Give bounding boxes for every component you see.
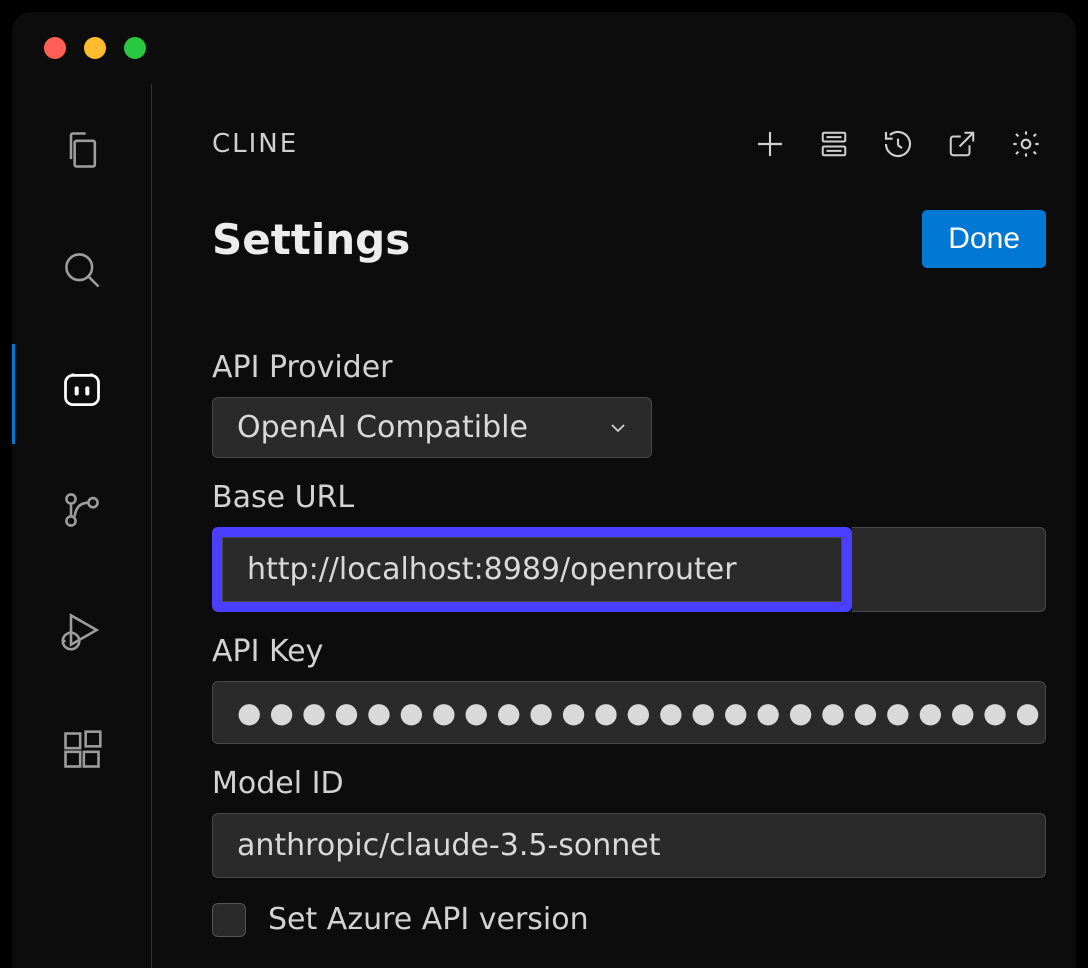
base-url-label: Base URL [212,480,1046,515]
run-debug-icon[interactable] [60,608,104,652]
settings-title: Settings [212,215,922,264]
api-provider-select[interactable]: OpenAI Compatible [212,397,652,458]
panel-header: CLINE [212,124,1046,164]
server-icon[interactable] [814,124,854,164]
panel-title: CLINE [212,129,726,159]
search-icon[interactable] [60,248,104,292]
settings-gear-icon[interactable] [1006,124,1046,164]
api-provider-label: API Provider [212,350,1046,385]
titlebar [12,12,1076,84]
minimize-window-button[interactable] [84,37,106,59]
source-control-icon[interactable] [60,488,104,532]
new-task-button[interactable] [750,124,790,164]
api-key-label: API Key [212,634,1046,669]
maximize-window-button[interactable] [124,37,146,59]
settings-form: API Provider OpenAI Compatible Base URL … [212,328,1046,937]
settings-header: Settings Done [212,210,1046,268]
base-url-highlight [212,527,852,612]
model-id-input[interactable] [212,813,1046,878]
open-external-icon[interactable] [942,124,982,164]
set-azure-label: Set Azure API version [268,902,589,937]
history-icon[interactable] [878,124,918,164]
explorer-icon[interactable] [60,128,104,172]
base-url-row [212,527,1046,612]
base-url-input[interactable] [222,537,842,602]
cline-extension-icon[interactable] [60,368,104,412]
vscode-window: CLINE [12,12,1076,968]
workbench: CLINE [12,84,1076,968]
base-url-input-tail[interactable] [852,527,1046,612]
done-button[interactable]: Done [922,210,1046,268]
close-window-button[interactable] [44,37,66,59]
cline-panel: CLINE [152,84,1076,968]
api-provider-select-wrap: OpenAI Compatible [212,397,652,458]
api-key-input[interactable]: ●●●●●●●●●●●●●●●●●●●●●●●●●●●●●●●●●●●●●●●●… [212,681,1046,744]
extensions-icon[interactable] [60,728,104,772]
model-id-label: Model ID [212,766,1046,801]
set-azure-checkbox[interactable] [212,903,246,937]
set-azure-row: Set Azure API version [212,902,1046,937]
activity-bar [12,84,152,968]
